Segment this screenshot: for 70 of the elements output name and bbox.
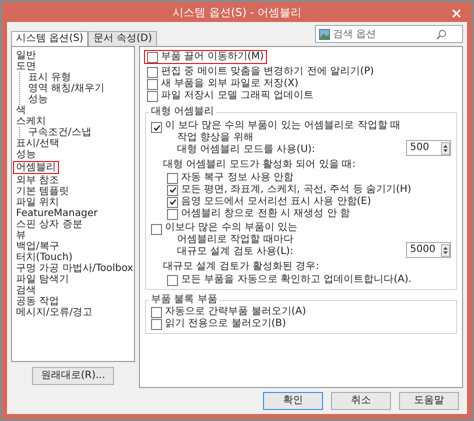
spin-field[interactable]: 5000	[406, 242, 451, 258]
sidebar-item[interactable]: FeatureManager	[14, 208, 100, 219]
window-title: 시스템 옵션(S) - 어셈블리	[172, 4, 302, 20]
option-label: 모든 평면, 좌표계, 스케치, 곡선, 주석 등 숨기기(H)	[181, 184, 412, 196]
sidebar-item[interactable]: 공동 작업	[14, 296, 62, 307]
sidebar-item[interactable]: 파일 탐색기	[14, 274, 72, 285]
checkbox[interactable]	[147, 66, 158, 78]
spin-arrows-icon[interactable]	[441, 142, 450, 154]
checkbox[interactable]	[151, 224, 162, 235]
sidebar-item[interactable]: 스케치	[14, 116, 48, 127]
image-icon	[319, 28, 330, 40]
option-label: 자동으로 간략부품 불러오기(A)	[165, 306, 306, 318]
section-label: 대형 어셈블리 모드가 활성화 되어 있을 때:	[163, 159, 356, 171]
sidebar-item[interactable]: 스핀 상자 증분	[14, 219, 84, 230]
sidebar-item[interactable]: 성능	[14, 149, 38, 160]
sidebar-item[interactable]: 구멍 가공 마법사/Toolbox	[14, 263, 136, 274]
tab[interactable]: 문서 속성(D)	[88, 31, 158, 46]
option-label: 새 부품을 외부 파일로 저장(X)	[161, 78, 298, 90]
tab[interactable]: 시스템 옵션(S)	[11, 31, 88, 46]
sidebar-item[interactable]: 구속조건/스냅	[26, 127, 94, 138]
checkbox[interactable]	[147, 78, 158, 90]
search-bar[interactable]: 검색 옵션	[315, 25, 463, 43]
sidebar-item[interactable]: 기본 템플릿	[14, 186, 72, 197]
checkbox[interactable]	[167, 172, 178, 184]
checkbox[interactable]	[151, 318, 162, 330]
checkbox[interactable]	[167, 274, 178, 286]
option-label: 어셈블리 창으로 전환 시 재생성 안 함	[181, 208, 350, 220]
group-title: 부품 불록 부품	[150, 294, 218, 306]
option-label: 읽기 전용으로 불러오기(B)	[165, 318, 286, 330]
spin-field[interactable]: 500	[406, 140, 451, 156]
dialog-button[interactable]: 도움말	[399, 392, 459, 410]
sidebar-item[interactable]: 뷰	[14, 230, 28, 241]
option-label: 음영 모드에서 모서리선 표시 사용 안함(E)	[181, 196, 372, 208]
option-label: 자동 복구 정보 사용 안함	[181, 172, 294, 184]
sidebar-item[interactable]: 성능	[26, 94, 50, 105]
checkbox[interactable]	[147, 52, 158, 62]
sidebar-item[interactable]: 메시지/오류/경고	[14, 307, 95, 318]
sidebar-item[interactable]: 색	[14, 105, 28, 116]
checkbox[interactable]	[167, 184, 178, 196]
spin-arrows-icon[interactable]	[441, 244, 450, 256]
option-label: 파일 저장시 모델 그래픽 업데이트	[161, 90, 314, 102]
sidebar-item[interactable]: 파일 위치	[14, 197, 62, 208]
option-label: 모든 부품을 자동으로 확인하고 업데이트합니다(A).	[181, 274, 412, 286]
sidebar-item[interactable]: 일반	[14, 50, 38, 61]
sidebar-item[interactable]: 어셈블리	[14, 162, 58, 173]
option-label: 부품 끌어 이동하기(M)	[161, 51, 264, 63]
checkbox[interactable]	[167, 196, 178, 208]
sidebar-item[interactable]: 표시/선택	[14, 138, 62, 149]
search-icon	[436, 28, 447, 40]
checkbox[interactable]	[167, 208, 178, 220]
checkbox[interactable]	[147, 90, 158, 102]
sidebar-item[interactable]: 백업/복구	[14, 241, 62, 252]
sidebar-item[interactable]: 영역 해칭/채우기	[26, 83, 107, 94]
search-field[interactable]: 검색 옵션	[333, 28, 433, 40]
sidebar-item[interactable]: 터치(Touch)	[14, 252, 75, 263]
sidebar-item[interactable]: 도면	[14, 61, 38, 72]
option-label: 이 보다 많은 수의 부품이 있는 어셈블리로 작업할 때 작업 향상을 위해 대형 어셈블리 모드를 사용(U):	[165, 120, 402, 156]
dialog-button[interactable]: 확인	[263, 392, 323, 410]
option-label: 편집 중 메이트 맞춤을 변경하기 전에 알리기(P)	[161, 66, 374, 78]
group-title: 대형 어셈블리	[150, 106, 216, 118]
checkbox[interactable]	[151, 306, 162, 318]
close-icon[interactable]	[452, 9, 461, 18]
dialog-button[interactable]: 취소	[331, 392, 391, 410]
checkbox[interactable]	[151, 122, 162, 133]
reset-button[interactable]: 원래대로(R)...	[32, 367, 114, 385]
option-label: 이보다 많은 수의 부품이 있는 어셈블리로 작업할 때마다 대규모 설계 검토 사용(L):	[165, 222, 299, 258]
sidebar-item[interactable]: 검색	[14, 285, 38, 296]
sidebar-item[interactable]: 외부 참조	[14, 175, 62, 186]
section-label: 대규모 설계 검토가 활성화된 경우:	[163, 261, 320, 273]
sidebar-item[interactable]: 표시 유형	[26, 72, 74, 83]
